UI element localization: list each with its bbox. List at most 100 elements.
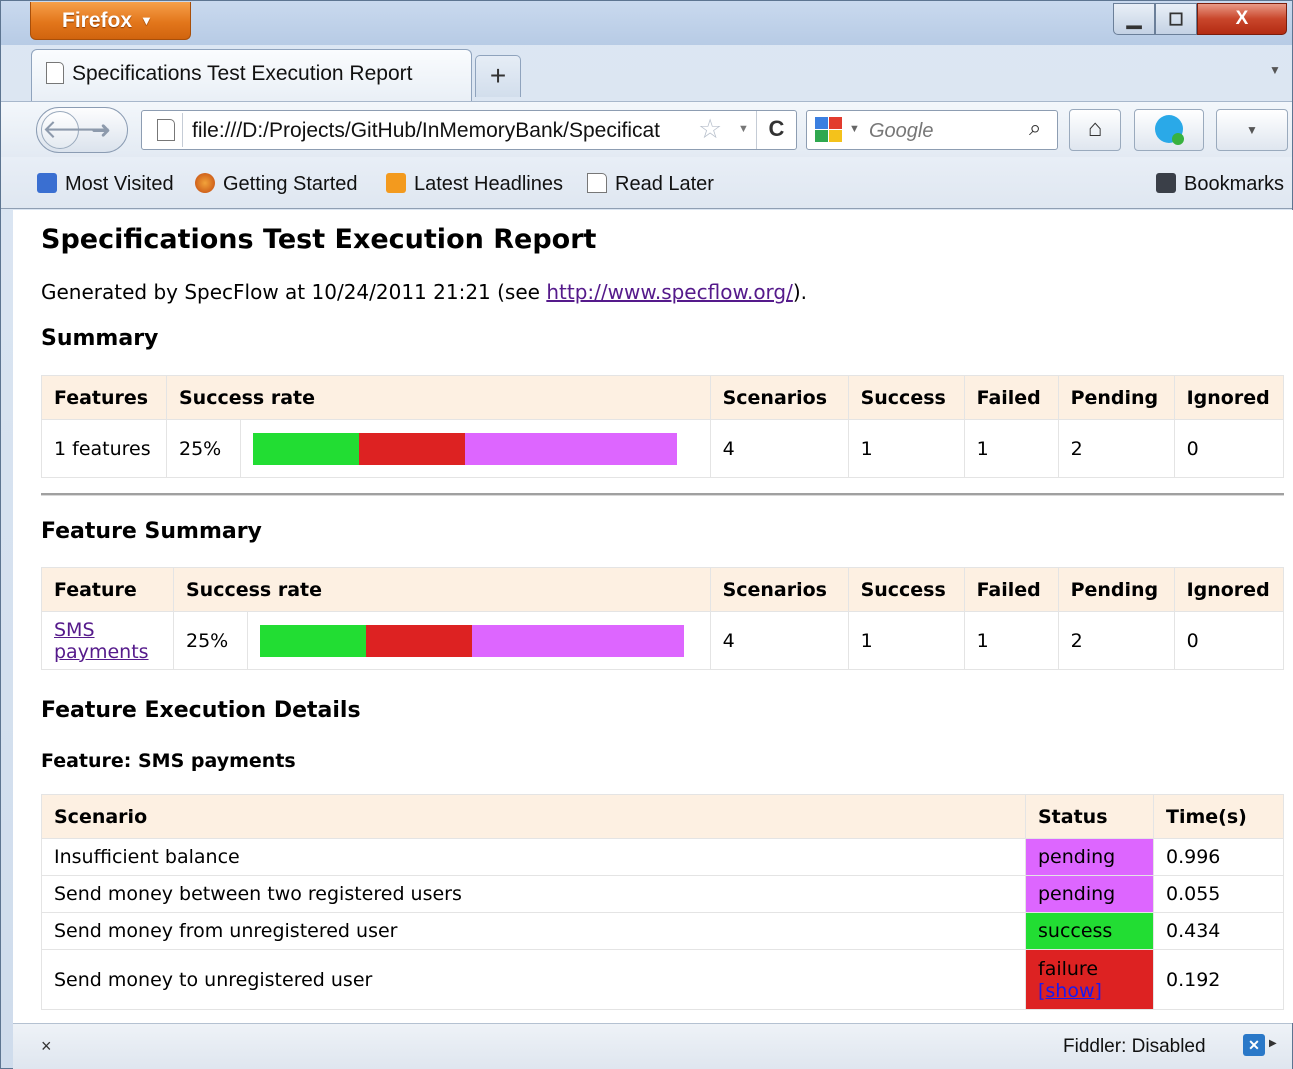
- page-icon: [157, 119, 175, 141]
- feature-cell: SMS payments: [41, 611, 174, 670]
- column-header: Success: [847, 375, 965, 420]
- column-header: Ignored: [1173, 567, 1285, 612]
- firefox-menu-button[interactable]: Firefox ▼: [30, 2, 191, 40]
- divider: [41, 493, 1284, 496]
- table-header-row: Features Success rate Scenarios Success …: [41, 375, 1285, 420]
- google-icon[interactable]: [815, 117, 843, 143]
- status-badge: pending: [1025, 875, 1154, 913]
- new-tab-button[interactable]: +: [475, 55, 521, 97]
- table-header-row: Scenario Status Time(s): [41, 794, 1284, 839]
- column-header: Ignored: [1173, 375, 1285, 420]
- bookmark-label: Getting Started: [223, 173, 358, 195]
- scenario-name: Send money between two registered users: [41, 875, 1026, 913]
- table-header-row: Feature Success rate Scenarios Success F…: [41, 567, 1285, 612]
- star-icon[interactable]: ☆: [698, 114, 722, 145]
- status-bar: × Fiddler: Disabled ✕ ▶: [13, 1023, 1292, 1069]
- scenario-name: Send money to unregistered user: [41, 949, 1026, 1010]
- bookmark-latest-headlines[interactable]: Latest Headlines: [386, 173, 563, 196]
- status-cell: failure [show]: [1025, 949, 1154, 1010]
- bookmark-getting-started[interactable]: Getting Started: [195, 173, 358, 196]
- table-row: Send money between two registered users …: [41, 875, 1284, 913]
- success-rate-bar-cell: [240, 419, 711, 478]
- column-header: Success: [847, 567, 965, 612]
- table-row: 1 features 25% 4 1 1 2 0: [41, 419, 1285, 478]
- bookmark-label: Read Later: [615, 173, 714, 195]
- minimize-button[interactable]: ▁: [1113, 3, 1155, 35]
- skype-icon: [1155, 115, 1184, 145]
- show-error-link[interactable]: [show]: [1038, 980, 1102, 1002]
- column-header: Feature: [41, 567, 174, 612]
- summary-table: Features Success rate Scenarios Success …: [41, 375, 1285, 478]
- feature-summary-table: Feature Success rate Scenarios Success F…: [41, 567, 1285, 670]
- features-count: 1 features: [41, 419, 167, 478]
- feature-summary-heading: Feature Summary: [41, 519, 262, 544]
- close-icon[interactable]: ×: [41, 1036, 52, 1057]
- chevron-down-icon[interactable]: ▼: [738, 123, 749, 135]
- skype-button[interactable]: [1134, 109, 1204, 151]
- fiddler-status[interactable]: Fiddler: Disabled: [1063, 1036, 1206, 1058]
- table-row: Send money to unregistered user failure[…: [41, 949, 1284, 1010]
- bar-segment-pending: [465, 432, 677, 465]
- url-divider: [182, 113, 183, 147]
- scenario-time: 0.996: [1153, 838, 1284, 876]
- bar-segment-failed: [359, 432, 465, 465]
- specflow-link[interactable]: http://www.specflow.org/: [546, 280, 793, 304]
- execution-details-heading: Feature Execution Details: [41, 698, 361, 723]
- scenario-table: Scenario Status Time(s) Insufficient bal…: [41, 794, 1284, 1010]
- column-header: Status: [1025, 794, 1154, 839]
- pending-count: 2: [1057, 611, 1175, 670]
- back-forward-group: 🡐 ➜: [36, 107, 128, 153]
- firefox-icon: [195, 173, 215, 193]
- chevron-right-icon[interactable]: ▶: [1269, 1038, 1277, 1049]
- summary-heading: Summary: [41, 326, 159, 351]
- fiddler-icon[interactable]: ✕: [1243, 1034, 1265, 1056]
- success-rate: 25%: [173, 611, 248, 670]
- home-icon: ⌂: [1087, 115, 1103, 142]
- generated-line: Generated by SpecFlow at 10/24/2011 21:2…: [41, 280, 807, 304]
- close-button[interactable]: X: [1197, 3, 1287, 35]
- bookmarks-menu-label: Bookmarks: [1184, 173, 1285, 195]
- url-text[interactable]: file:///D:/Projects/GitHub/InMemoryBank/…: [192, 119, 692, 143]
- search-bar[interactable]: ▼ Google ⌕: [806, 110, 1058, 150]
- scenario-time: 0.055: [1153, 875, 1284, 913]
- page-icon: [587, 173, 607, 193]
- plus-icon: +: [489, 60, 507, 91]
- bookmarks-menu-button[interactable]: Bookmarks: [1156, 173, 1284, 196]
- url-bar[interactable]: file:///D:/Projects/GitHub/InMemoryBank/…: [141, 110, 797, 150]
- bookmark-label: Latest Headlines: [414, 173, 563, 195]
- home-button[interactable]: ⌂: [1069, 109, 1121, 151]
- bar-segment-pending: [472, 624, 684, 657]
- column-header: Success rate: [173, 567, 711, 612]
- column-header: Features: [41, 375, 167, 420]
- chevron-down-icon: ▼: [140, 13, 153, 28]
- column-header: Scenarios: [709, 567, 849, 612]
- forward-button[interactable]: ➜: [91, 116, 111, 145]
- tab-list-icon[interactable]: ▼: [1269, 63, 1281, 77]
- column-header: Scenarios: [709, 375, 849, 420]
- success-count: 1: [847, 419, 965, 478]
- maximize-button[interactable]: ◻: [1155, 3, 1197, 35]
- scenarios-count: 4: [709, 611, 849, 670]
- search-icon[interactable]: ⌕: [1029, 115, 1041, 141]
- ignored-count: 0: [1173, 611, 1285, 670]
- bookmark-label: Most Visited: [65, 173, 174, 195]
- table-row: SMS payments 25% 4 1 1 2 0: [41, 611, 1285, 670]
- search-input[interactable]: Google: [869, 120, 934, 143]
- bookmarks-toolbar: Most Visited Getting Started Latest Head…: [1, 157, 1292, 209]
- bookmark-read-later[interactable]: Read Later: [587, 173, 714, 196]
- bar-segment-success: [260, 624, 366, 657]
- feature-link-sms-payments[interactable]: SMS payments: [54, 619, 149, 663]
- chevron-down-icon[interactable]: ▼: [849, 123, 860, 135]
- reload-icon: C: [768, 116, 785, 141]
- status-badge: failure: [1038, 957, 1099, 980]
- tab-report[interactable]: Specifications Test Execution Report: [31, 49, 472, 101]
- scenarios-count: 4: [709, 419, 849, 478]
- page-icon: [46, 62, 64, 84]
- scenario-name: Insufficient balance: [41, 838, 1026, 876]
- back-button[interactable]: 🡐: [41, 111, 112, 149]
- fiddler-toolbar-button[interactable]: ▼: [1216, 109, 1288, 151]
- reload-button[interactable]: C: [756, 111, 796, 149]
- navigation-toolbar: 🡐 ➜ file:///D:/Projects/GitHub/InMemoryB…: [1, 101, 1292, 157]
- bookmark-most-visited[interactable]: Most Visited: [37, 173, 174, 196]
- scenario-time: 0.434: [1153, 912, 1284, 950]
